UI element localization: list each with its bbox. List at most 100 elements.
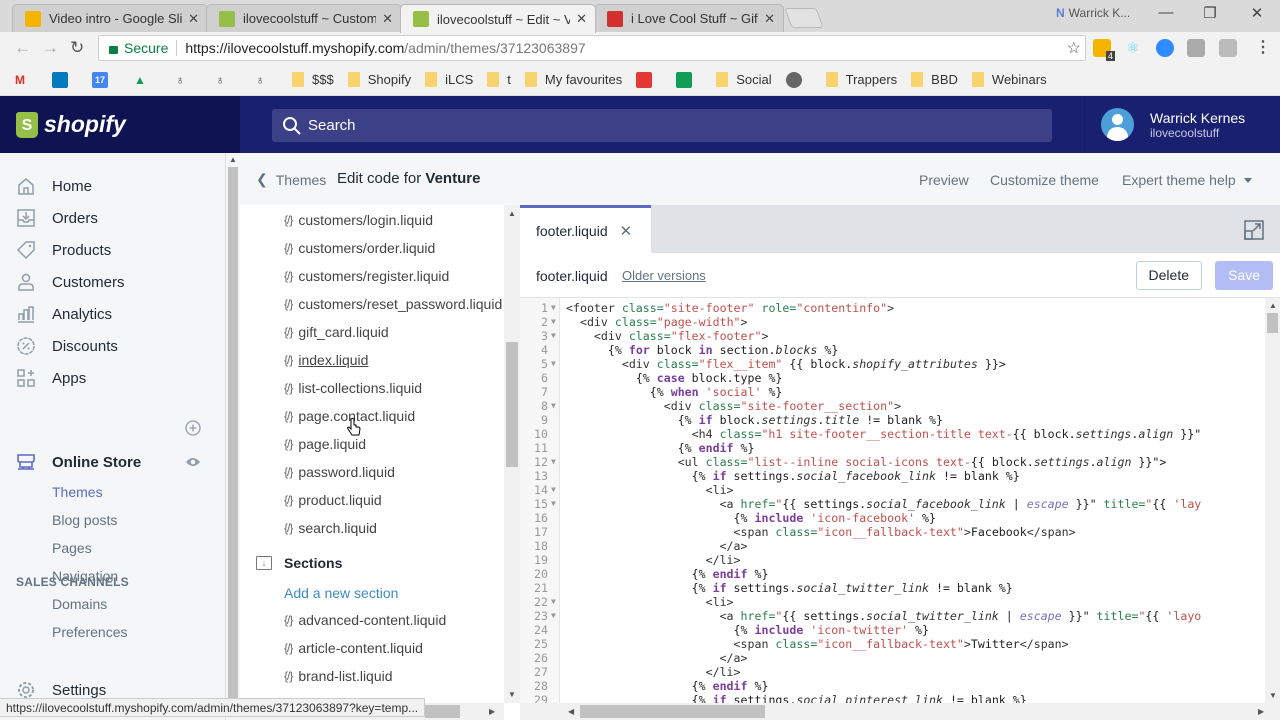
sidebar-item-home[interactable]: Home [16,176,92,196]
sidebar-item-online-store[interactable]: Online Store [16,452,141,472]
new-tab-button[interactable] [784,8,824,28]
restore-button[interactable]: ❐ [1190,4,1230,22]
bookmark-app[interactable] [636,71,662,88]
file-tree-scrollbar[interactable]: ▲ ▼ [504,205,520,703]
code-vertical-scrollbar[interactable]: ▲ ▼ [1265,298,1280,703]
add-channel-icon[interactable] [185,420,201,436]
file-tree-scrollbar-thumb[interactable] [506,342,518,467]
bookmark-trello[interactable] [52,71,78,88]
forward-icon[interactable]: → [42,38,59,58]
scroll-right-arrow-icon[interactable]: ▶ [1258,707,1264,716]
code-line[interactable]: 8 ▼ <div class="site-footer__section"> [520,399,1265,413]
fold-toggle-icon[interactable]: ▼ [551,595,556,609]
tree-file-item[interactable]: {/} customers/order.liquid [284,240,435,256]
sidebar-item-apps[interactable]: Apps [16,368,86,388]
fullscreen-expand-icon[interactable] [1244,220,1264,240]
bookmark-folder[interactable]: Social [716,72,772,87]
fold-toggle-icon[interactable]: ▼ [551,609,556,623]
code-editor[interactable]: 1 ▼ <footer class="site-footer" role="cont… [520,298,1265,703]
fold-toggle-icon[interactable]: ▼ [551,399,556,413]
code-line[interactable]: 12 ▼ <ul class="list--inline social-icons… [520,455,1265,469]
bookmark-star-icon[interactable]: ☆ [1067,38,1081,58]
code-line[interactable]: 24 {% include 'icon-twitter' %} [520,623,1265,637]
tree-file-item[interactable]: {/} index.liquid [284,352,368,368]
code-line[interactable]: 26 </a> [520,651,1265,665]
breadcrumb-back-themes[interactable]: ❮ Themes [256,171,326,188]
bookmark-drive[interactable]: ▲ [132,72,158,88]
code-line[interactable]: 6 {% case block.type %} [520,371,1265,385]
sidebar-subitem-navigation[interactable]: Navigation [52,568,118,584]
code-line[interactable]: 5 ▼ <div class="flex__item" {{ block.shop… [520,357,1265,371]
code-line[interactable]: 18 </a> [520,539,1265,553]
delete-button[interactable]: Delete [1135,261,1202,290]
scroll-up-arrow-icon[interactable]: ▲ [1269,301,1277,310]
code-horizontal-scrollbar[interactable]: ◀ ▶ [520,703,1280,720]
fold-toggle-icon[interactable]: ▼ [551,329,556,343]
code-line[interactable]: 23 ▼ <a href="{{ settings.social_twitter_… [520,609,1265,623]
code-line[interactable]: 17 <span class="icon__fallback-text">Fac… [520,525,1265,539]
browser-tab[interactable]: ilovecoolstuff ~ Customi ✕ [206,4,402,32]
sidebar-item-settings[interactable]: Settings [16,680,106,700]
fold-toggle-icon[interactable]: ▼ [551,357,556,371]
cast-extension-icon[interactable] [1219,39,1237,57]
code-line[interactable]: 4 {% for block in section.blocks %} [520,343,1265,357]
code-scrollbar-thumb[interactable] [1267,313,1278,333]
back-icon[interactable]: ← [14,38,31,58]
close-tab-icon[interactable]: ✕ [576,11,587,27]
user-menu[interactable]: Warrick Kernes ilovecoolstuff [1084,96,1280,153]
older-versions-link[interactable]: Older versions [622,268,706,283]
code-line[interactable]: 21 {% if settings.social_twitter_link !=… [520,581,1265,595]
react-devtools-icon[interactable]: ⚛ [1124,39,1142,57]
scroll-left-arrow-icon[interactable]: ◀ [568,707,574,716]
code-line[interactable]: 14 ▼ <li> [520,483,1265,497]
close-tab-icon[interactable]: ✕ [764,11,775,27]
tree-file-item[interactable]: {/} advanced-content.liquid [284,612,446,628]
code-line[interactable]: 3 ▼ <div class="flex-footer"> [520,329,1265,343]
add-new-section-link[interactable]: Add a new section [284,585,398,601]
sidebar-item-orders[interactable]: Orders [16,208,98,228]
code-line[interactable]: 2 ▼ <div class="page-width"> [520,315,1265,329]
sidebar-item-analytics[interactable]: Analytics [16,304,112,324]
save-button[interactable]: Save [1215,261,1273,290]
bookmark-folder[interactable]: Webinars [971,72,1047,87]
code-line[interactable]: 25 <span class="icon__fallback-text">Twi… [520,637,1265,651]
tree-file-item[interactable]: {/} password.liquid [284,464,395,480]
code-line[interactable]: 27 </li> [520,665,1265,679]
tree-file-item[interactable]: {/} page.liquid [284,436,366,452]
code-line[interactable]: 29 {% if settings.social_pinterest_link … [520,693,1265,703]
bookmark-folder[interactable]: t [487,72,511,87]
code-line[interactable]: 19 </li> [520,553,1265,567]
tree-file-item[interactable]: {/} product.liquid [284,492,382,508]
fold-toggle-icon[interactable]: ▼ [551,301,556,315]
code-hscroll-thumb[interactable] [580,705,765,718]
browser-tab[interactable]: Video intro - Google Slid ✕ [12,4,208,32]
code-line[interactable]: 15 ▼ <a href="{{ settings.social_facebook… [520,497,1265,511]
sidebar-item-discounts[interactable]: Discounts [16,336,118,356]
editor-tab-footer[interactable]: footer.liquid ✕ [520,205,651,253]
scroll-down-arrow-icon[interactable]: ▼ [1269,691,1277,700]
sidebar-subitem-themes[interactable]: Themes [52,484,103,500]
fold-toggle-icon[interactable]: ▼ [551,497,556,511]
code-line[interactable]: 20 {% endif %} [520,567,1265,581]
bookmark-calendar[interactable]: 17 [92,71,118,88]
expert-theme-help-dropdown[interactable]: Expert theme help [1122,172,1252,188]
code-line[interactable]: 10 <h4 class="h1 site-footer__section-ti… [520,427,1265,441]
url-text[interactable]: https://ilovecoolstuff.myshopify.com/adm… [177,40,585,56]
code-line[interactable]: 7 {% when 'social' %} [520,385,1265,399]
tree-file-item[interactable]: {/} customers/reset_password.liquid [284,296,502,312]
scroll-down-arrow-icon[interactable]: ▼ [508,690,516,699]
browser-tab-active[interactable]: ilovecoolstuff ~ Edit ~ Ve ✕ [400,4,596,33]
extension-icon[interactable]: 4 [1093,39,1115,61]
sidebar-subitem-pages[interactable]: Pages [52,540,92,556]
code-line[interactable]: 9 {% if block.settings.title != blank %} [520,413,1265,427]
sidebar-item-customers[interactable]: Customers [16,272,125,292]
scroll-up-arrow-icon[interactable]: ▲ [229,155,237,164]
close-tab-icon[interactable]: ✕ [188,11,199,27]
code-line[interactable]: 22 ▼ <li> [520,595,1265,609]
chrome-menu-icon[interactable]: ⋮ [1255,37,1271,57]
bookmark-app[interactable]: ♁ [212,72,238,88]
tree-file-item[interactable]: {/} search.liquid [284,520,377,536]
window-close-button[interactable]: ✕ [1237,4,1277,22]
sidebar-scrollbar[interactable]: ▲ [226,153,240,720]
sidebar-item-products[interactable]: Products [16,240,111,260]
